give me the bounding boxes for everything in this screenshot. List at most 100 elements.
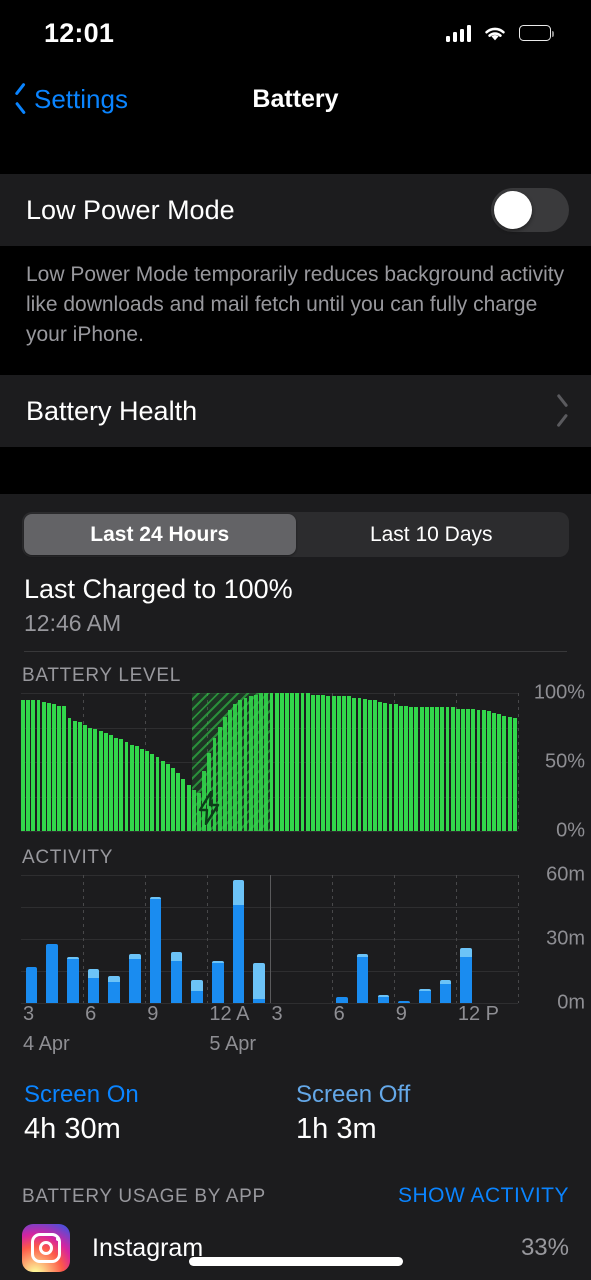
instagram-icon xyxy=(22,1224,70,1273)
battery-level-bar xyxy=(492,712,496,832)
battery-level-chart[interactable]: 100% 50% 0% xyxy=(0,682,591,842)
battery-level-bar xyxy=(336,696,341,832)
segment-last-10-days[interactable]: Last 10 Days xyxy=(296,514,568,555)
vertical-gridline xyxy=(145,875,147,1004)
screen-time-summary: Screen On 4h 30m Screen Off 1h 3m xyxy=(0,1065,591,1146)
battery-level-bar xyxy=(46,703,51,832)
section-gap-top xyxy=(0,132,591,174)
battery-level-bar xyxy=(57,705,62,832)
battery-level-bar xyxy=(88,727,93,832)
battery-level-bar xyxy=(222,716,227,832)
activity-x-tick: 6 xyxy=(85,1003,97,1026)
battery-level-y-tick: 0% xyxy=(556,819,585,842)
battery-level-bar xyxy=(310,694,315,832)
battery-level-bar xyxy=(295,693,300,832)
activity-chart[interactable]: 60m 30m 0m 3 6 9 12 A 3 6 9 12 P 4 Apr 5 Apr xyxy=(0,864,591,1065)
activity-x-tick: 3 xyxy=(23,1003,35,1026)
home-indicator[interactable] xyxy=(188,1257,403,1266)
battery-level-bar xyxy=(140,748,144,832)
last-charged-title: Last Charged to 100% xyxy=(24,574,293,605)
battery-level-bar xyxy=(72,721,77,832)
battery-level-bar xyxy=(274,693,279,832)
last-charged-time: 12:46 AM xyxy=(24,610,122,637)
battery-level-bar xyxy=(36,700,41,832)
battery-level-bar xyxy=(450,707,455,832)
battery-level-bar xyxy=(347,696,352,832)
battery-level-bar xyxy=(507,716,512,832)
status-bar: 12:01 xyxy=(0,0,591,66)
battery-level-bar xyxy=(455,708,460,832)
battery-usage-header: BATTERY USAGE BY APP SHOW ACTIVITY xyxy=(0,1146,591,1216)
battery-health-group: Battery Health xyxy=(0,375,591,448)
battery-level-bar xyxy=(404,705,408,832)
status-bar-indicators xyxy=(445,24,554,43)
show-activity-button[interactable]: SHOW ACTIVITY xyxy=(398,1184,569,1208)
battery-level-bar xyxy=(186,784,191,832)
activity-x-tick: 12 P xyxy=(457,1003,500,1026)
low-power-mode-description: Low Power Mode temporarily reduces backg… xyxy=(26,263,565,346)
activity-bar xyxy=(419,988,431,1004)
vertical-gridline xyxy=(455,875,457,1004)
battery-level-bar xyxy=(160,761,165,832)
battery-level-bar xyxy=(98,730,103,832)
back-button-settings[interactable]: Settings xyxy=(0,84,128,115)
screen-on-segment xyxy=(419,990,431,1004)
screen-on-label: Screen On xyxy=(24,1081,139,1109)
vertical-gridline xyxy=(269,875,271,1004)
battery-level-bar xyxy=(155,756,160,832)
battery-level-bar xyxy=(481,710,486,832)
battery-level-bar xyxy=(228,710,232,832)
activity-section-title: ACTIVITY xyxy=(22,847,114,869)
activity-y-tick: 60m xyxy=(546,863,585,886)
segment-last-24-hours[interactable]: Last 24 Hours xyxy=(24,514,296,556)
vertical-gridline xyxy=(393,875,395,1004)
screen-on-segment xyxy=(87,977,100,1004)
app-usage-list: Instagram 33% Telegram xyxy=(0,1216,591,1280)
last-charged-block: Last Charged to 100% 12:46 AM xyxy=(0,557,591,637)
screen-off-block[interactable]: Screen Off 1h 3m xyxy=(296,1081,568,1146)
status-bar-time: 12:01 xyxy=(44,17,115,48)
screen-on-segment xyxy=(191,990,203,1004)
battery-level-bar xyxy=(419,707,424,832)
activity-x-tick: 9 xyxy=(395,1003,407,1026)
battery-level-bar xyxy=(171,767,175,832)
low-power-mode-group: Low Power Mode xyxy=(0,174,591,246)
battery-level-bar xyxy=(103,733,108,832)
low-power-mode-toggle[interactable] xyxy=(491,188,569,232)
battery-level-bar xyxy=(134,745,139,832)
battery-health-label: Battery Health xyxy=(26,395,198,426)
app-row-instagram[interactable]: Instagram 33% xyxy=(0,1216,591,1280)
battery-health-row[interactable]: Battery Health xyxy=(0,375,591,447)
activity-bar xyxy=(66,956,79,1004)
low-power-mode-row[interactable]: Low Power Mode xyxy=(0,174,591,246)
battery-level-bar xyxy=(176,773,181,832)
battery-level-bar xyxy=(352,697,357,832)
activity-bar xyxy=(191,979,203,1004)
battery-level-bar xyxy=(243,697,248,832)
time-range-segmented-control[interactable]: Last 24 Hours Last 10 Days xyxy=(22,512,569,558)
battery-level-bar xyxy=(326,696,331,832)
battery-level-bar xyxy=(461,708,465,832)
battery-level-bar xyxy=(290,693,295,832)
screen-on-segment xyxy=(129,958,141,1004)
battery-level-bar xyxy=(248,696,253,832)
battery-level-bar xyxy=(233,704,238,832)
battery-level-bar xyxy=(341,696,346,832)
battery-level-bar xyxy=(497,714,502,832)
activity-bar xyxy=(25,967,38,1004)
battery-level-bar xyxy=(150,754,155,832)
activity-bar xyxy=(170,952,183,1004)
activity-bar xyxy=(232,879,245,1004)
screen-off-segment xyxy=(87,969,100,978)
activity-bar xyxy=(377,994,390,1004)
battery-level-bar xyxy=(300,693,305,832)
battery-level-bar xyxy=(398,705,403,832)
gridline xyxy=(21,831,518,833)
battery-level-bar xyxy=(83,725,87,832)
screen-on-block[interactable]: Screen On 4h 30m xyxy=(24,1081,296,1146)
battery-level-bar xyxy=(331,696,336,832)
battery-level-bar xyxy=(26,700,31,832)
battery-level-section-title: BATTERY LEVEL xyxy=(22,665,182,687)
chevron-right-icon xyxy=(556,400,569,422)
battery-level-bar xyxy=(62,705,67,832)
